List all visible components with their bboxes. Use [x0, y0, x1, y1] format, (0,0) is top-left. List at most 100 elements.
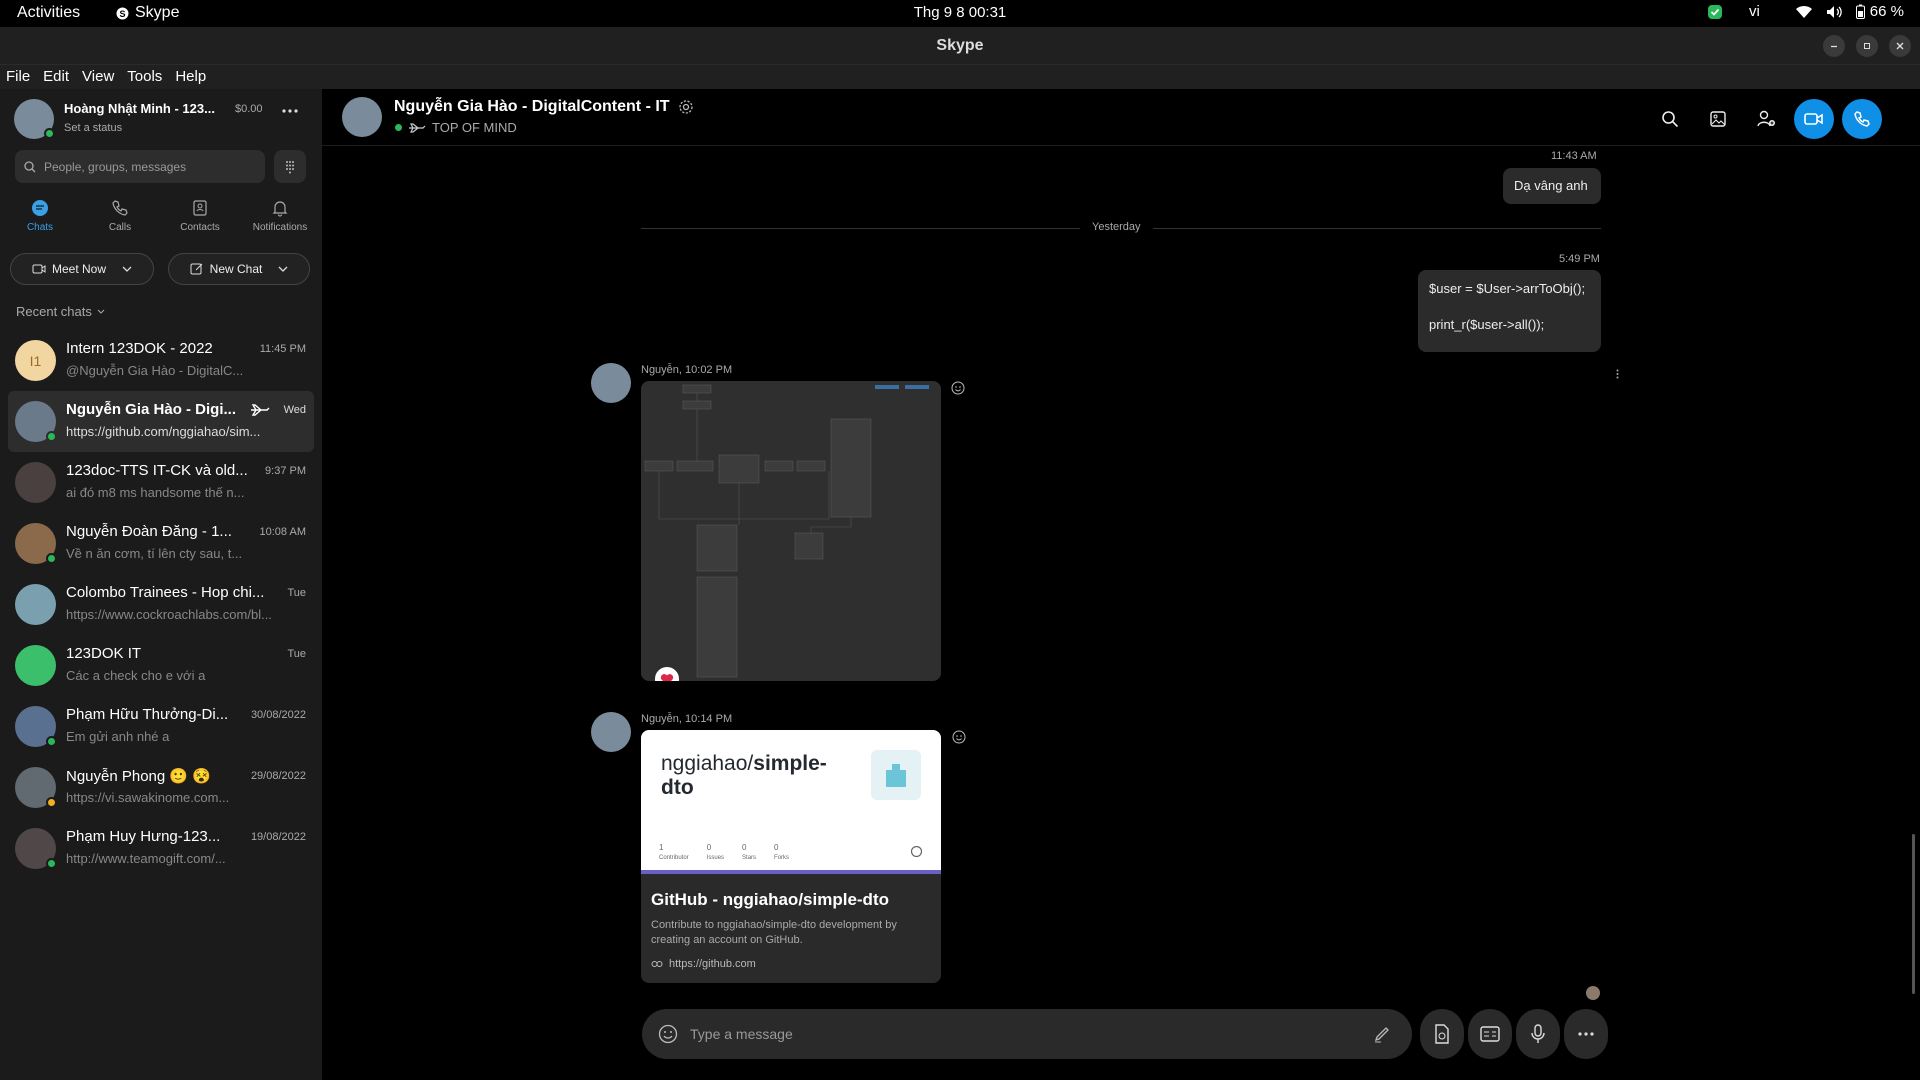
skype-logo-icon: S [116, 7, 129, 20]
search-icon [1661, 110, 1679, 128]
gear-icon[interactable] [678, 99, 694, 115]
message-timestamp: 5:49 PM [1559, 253, 1600, 265]
menu-help[interactable]: Help [169, 65, 213, 89]
search-button[interactable] [1650, 99, 1690, 139]
avatar[interactable] [14, 99, 55, 139]
emoji-icon[interactable] [658, 1024, 678, 1044]
dialpad-button[interactable] [274, 150, 306, 183]
chat-avatar [15, 645, 56, 686]
image-attachment[interactable] [641, 381, 941, 681]
sender-avatar[interactable] [591, 363, 631, 403]
online-status-dot [46, 858, 57, 869]
menu-view[interactable]: View [76, 65, 121, 89]
video-call-button[interactable] [1794, 99, 1834, 139]
chat-item[interactable]: Phạm Hữu Thưởng-Di... 30/08/2022 Em gửi … [8, 696, 314, 757]
close-button[interactable] [1889, 35, 1911, 57]
chat-time: Wed [283, 404, 306, 416]
outgoing-message[interactable]: Dạ vâng anh [1503, 168, 1601, 204]
battery-level: 66 % [1869, 3, 1904, 20]
chat-item[interactable]: Colombo Trainees - Hop chi... Tue https:… [8, 574, 314, 635]
scrollbar-thumb[interactable] [1912, 834, 1915, 994]
menu-bar: File Edit View Tools Help [0, 65, 1920, 89]
github-icon [911, 846, 922, 857]
tab-calls[interactable]: Calls [80, 199, 160, 249]
tab-chats[interactable]: Chats [0, 199, 80, 249]
chat-name: Nguyễn Phong 🙂 😵 [66, 768, 211, 785]
tab-contacts[interactable]: Contacts [160, 199, 240, 249]
chat-avatar [15, 828, 57, 869]
new-chat-button[interactable]: New Chat [168, 253, 310, 285]
chat-item[interactable]: 123DOK IT Tue Các a check cho e với a [8, 635, 314, 696]
id-card-icon [1480, 1026, 1500, 1042]
maximize-button[interactable] [1856, 35, 1878, 57]
repo-avatar [871, 750, 921, 800]
chevron-down-icon [97, 309, 105, 314]
message-input[interactable]: Type a message [690, 1026, 793, 1042]
window-title-bar[interactable]: Skype [0, 27, 1920, 65]
menu-file[interactable]: File [0, 65, 37, 89]
clock[interactable]: Thg 9 8 00:31 [0, 4, 1920, 21]
more-options-button[interactable] [282, 109, 298, 113]
chat-name: 123DOK IT [66, 645, 142, 662]
chat-preview: https://github.com/nggiahao/sim... [66, 424, 261, 439]
add-reaction-icon[interactable] [952, 730, 966, 744]
message-composer[interactable]: Type a message [642, 1009, 1412, 1059]
profile-card[interactable]: Hoàng Nhật Minh - 123... $0.00 Set a sta… [14, 97, 314, 141]
sender-avatar[interactable] [591, 712, 631, 752]
chat-item[interactable]: Nguyễn Gia Hào - Digi... Wed https://git… [8, 391, 314, 452]
add-participant-button[interactable] [1746, 99, 1786, 139]
chat-avatar [15, 523, 57, 564]
chat-preview: Về n ăn cơm, tí lên cty sau, t... [66, 546, 243, 561]
gallery-button[interactable] [1698, 99, 1738, 139]
link-url[interactable]: https://github.com [669, 958, 756, 970]
chat-item[interactable]: Nguyễn Phong 🙂 😵 29/08/2022 https://vi.s… [8, 757, 314, 818]
link-preview-card[interactable]: nggiahao/simple- dto 1 Contributor 0 Issue… [641, 730, 941, 983]
recent-chats-header[interactable]: Recent chats [16, 304, 105, 319]
phone-icon [111, 199, 129, 217]
wifi-icon [1795, 5, 1812, 19]
outgoing-message[interactable]: $user = $User->arrToObj(); print_r($user… [1418, 270, 1601, 352]
more-actions-button[interactable] [1564, 1009, 1608, 1059]
chat-item[interactable]: Nguyễn Đoàn Đăng - 1... 10:08 AM Về n ăn… [8, 513, 314, 574]
language-bar [641, 870, 941, 874]
chat-item[interactable]: 123doc-TTS IT-CK và old... 9:37 PM ai đó… [8, 452, 314, 513]
chat-preview: @Nguyễn Gia Hào - DigitalC... [66, 363, 244, 378]
conversation-avatar[interactable] [342, 97, 382, 137]
chat-item[interactable]: Phạm Huy Hưng-123... 19/08/2022 http://w… [8, 818, 314, 879]
battery-icon [1855, 4, 1865, 19]
pen-icon[interactable] [1372, 1024, 1392, 1044]
contact-card-button[interactable] [1468, 1009, 1512, 1059]
conversation-title[interactable]: Nguyễn Gia Hào - DigitalContent - IT [394, 98, 670, 116]
menu-tools[interactable]: Tools [121, 65, 169, 89]
repo-stat: 0 Stars [742, 843, 757, 861]
tab-notifications[interactable]: Notifications [240, 199, 320, 249]
system-tray[interactable]: vi 66 % [1707, 3, 1904, 20]
chat-item[interactable]: I1 Intern 123DOK - 2022 11:45 PM @Nguyễn… [8, 330, 314, 391]
compose-icon [190, 262, 204, 276]
more-options-icon [1578, 1032, 1594, 1036]
chat-name: Nguyễn Gia Hào - Digi... [66, 401, 237, 418]
chevron-down-icon [122, 266, 132, 272]
audio-call-button[interactable] [1842, 99, 1882, 139]
menu-edit[interactable]: Edit [37, 65, 76, 89]
meet-now-button[interactable]: Meet Now [10, 253, 154, 285]
phone-icon [1853, 110, 1871, 128]
app-menu[interactable]: S Skype [116, 4, 179, 22]
repo-owner: nggiahao/ [661, 752, 754, 775]
add-reaction-icon[interactable] [951, 381, 965, 395]
status-text[interactable]: Set a status [64, 122, 122, 134]
video-camera-icon [1804, 112, 1824, 126]
search-input[interactable]: People, groups, messages [44, 160, 186, 174]
chat-name: Colombo Trainees - Hop chi... [66, 584, 265, 601]
activities-button[interactable]: Activities [17, 4, 80, 22]
shield-icon[interactable] [1707, 4, 1723, 20]
window-title: Skype [936, 37, 984, 54]
attach-file-button[interactable] [1420, 1009, 1464, 1059]
minimize-button[interactable] [1823, 35, 1845, 57]
more-options-icon[interactable] [1616, 369, 1619, 379]
search-box[interactable]: People, groups, messages [15, 150, 265, 183]
chat-name: Intern 123DOK - 2022 [66, 340, 213, 357]
language-indicator[interactable]: vi [1749, 3, 1760, 20]
voice-message-button[interactable] [1516, 1009, 1560, 1059]
message-meta: Nguyễn, 10:14 PM [641, 713, 733, 725]
